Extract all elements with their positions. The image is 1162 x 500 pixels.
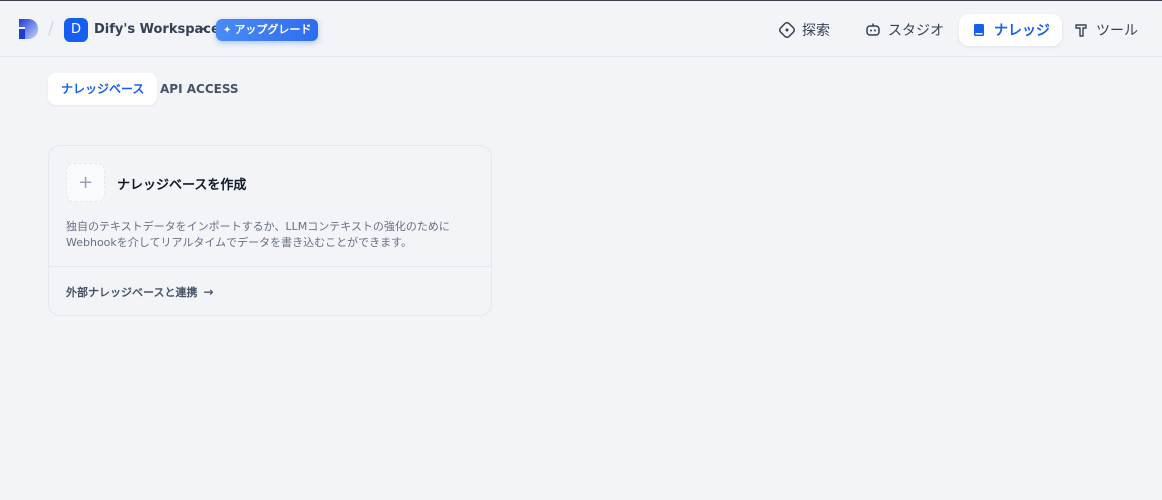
hammer-icon (1075, 24, 1087, 37)
create-knowledge-card[interactable]: + ナレッジベースを作成 独自のテキストデータをインポートするか、LLMコンテキ… (48, 145, 492, 316)
tab-api-access[interactable]: API ACCESS (147, 73, 252, 105)
plus-icon[interactable]: + (66, 163, 105, 202)
nav-tools-label: ツール (1096, 23, 1138, 39)
nav-knowledge[interactable]: ナレッジ (959, 14, 1062, 46)
nav-studio-label: スタジオ (888, 23, 944, 39)
dify-logo-icon[interactable] (17, 17, 39, 41)
tab-knowledge-base[interactable]: ナレッジベース (48, 73, 158, 105)
upgrade-button[interactable]: ✦ アップグレード (216, 19, 319, 41)
chevron-down-icon[interactable] (198, 23, 208, 33)
nav-explore-label: 探索 (802, 23, 830, 39)
breadcrumb-divider: / (48, 19, 54, 39)
book-icon (974, 24, 984, 36)
upgrade-label: アップグレード (234, 23, 312, 36)
nav-knowledge-label: ナレッジ (994, 23, 1050, 39)
create-knowledge-description: 独自のテキストデータをインポートするか、LLMコンテキストの強化のためにWebh… (66, 220, 450, 249)
connect-external-knowledge-link[interactable]: 外部ナレッジベースと連携 → (66, 284, 214, 300)
nav-explore[interactable]: 探索 (767, 14, 842, 46)
nav-studio[interactable]: スタジオ (853, 14, 956, 46)
nav-tools[interactable]: ツール (1061, 14, 1150, 46)
top-navigation-bar: / D Dify's Workspace ✦ アップグレード 探索 スタジオ ナレ… (0, 0, 1162, 57)
compass-icon (779, 22, 795, 38)
sparkle-icon: ✦ (223, 25, 232, 36)
card-divider (49, 266, 491, 267)
connect-external-label: 外部ナレッジベースと連携 (66, 286, 198, 299)
create-knowledge-title[interactable]: ナレッジベースを作成 (117, 174, 246, 193)
robot-icon (866, 23, 880, 36)
workspace-avatar[interactable]: D (64, 18, 88, 42)
arrow-right-icon: → (203, 285, 214, 299)
